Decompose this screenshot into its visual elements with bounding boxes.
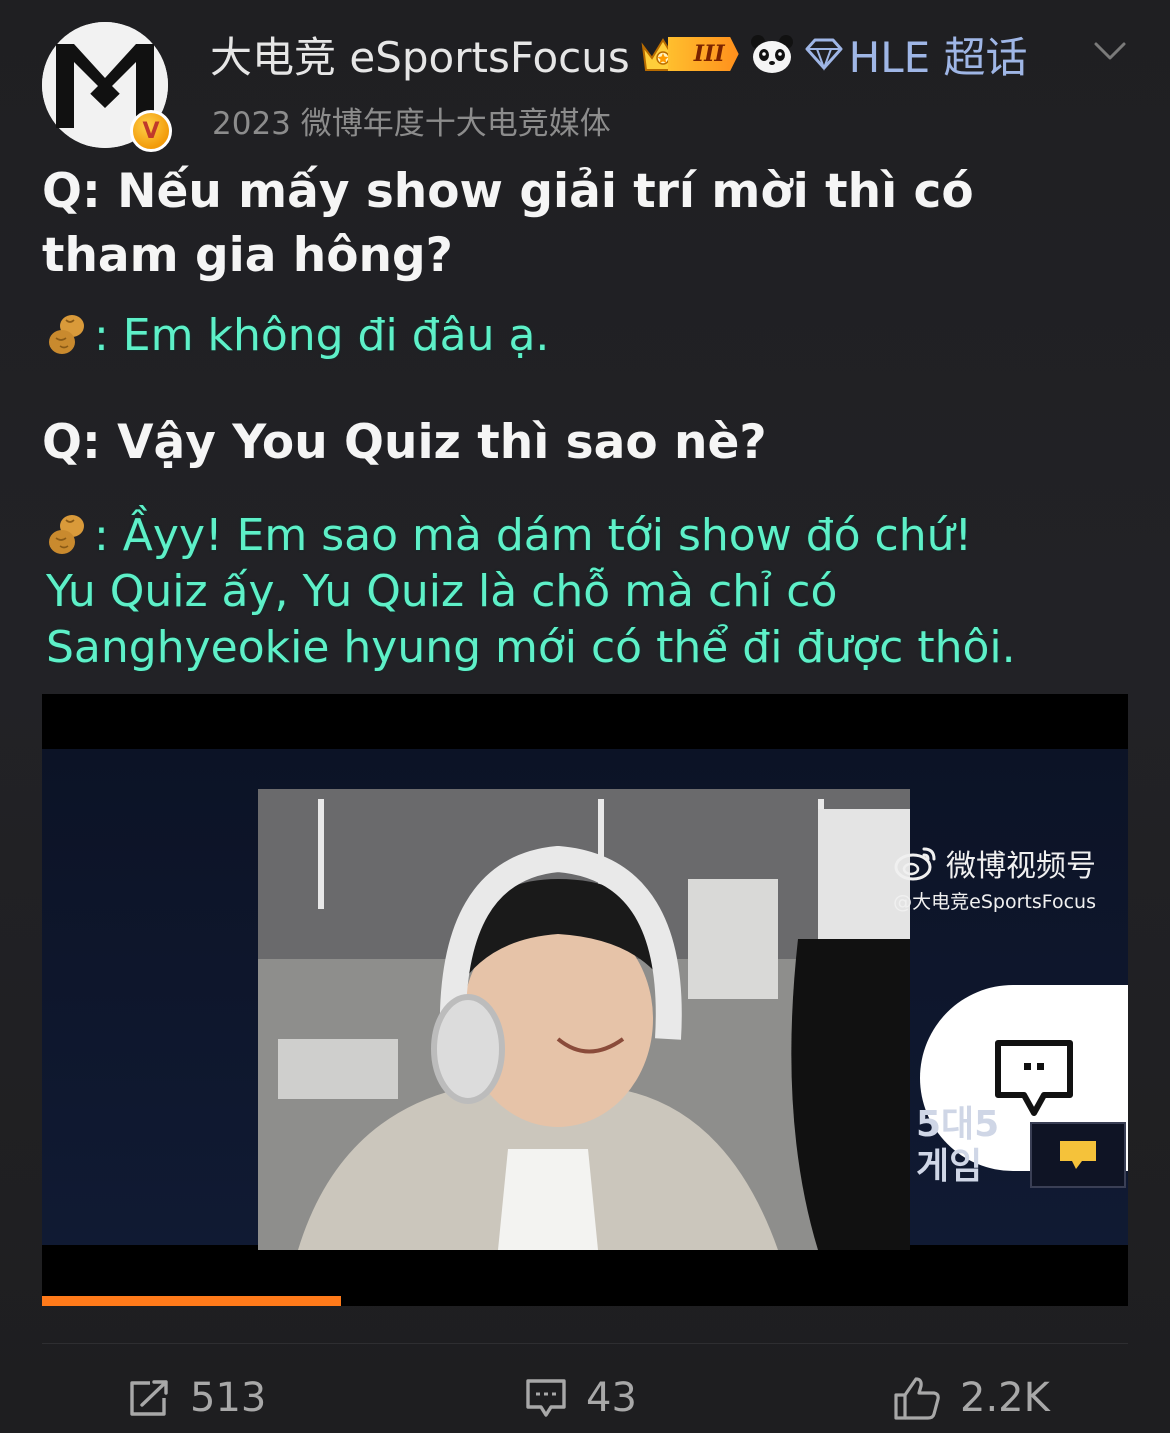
username-row: 大电竞 eSportsFocus III HLE 超话 — [210, 28, 1028, 82]
answer-2-line-1: : Ầyy! Em sao mà dám tới show đó chứ! — [46, 508, 972, 564]
repost-count: 513 — [190, 1375, 267, 1421]
comment-button[interactable]: 43 — [524, 1370, 637, 1426]
repost-icon — [130, 1380, 168, 1416]
webcam-feed — [258, 789, 910, 1250]
thumbs-up-icon — [894, 1377, 940, 1420]
level-badge: III — [667, 37, 739, 71]
super-topic-label: HLE 超话 — [848, 32, 1028, 82]
like-count: 2.2K — [960, 1375, 1050, 1421]
overlay-chat-icon — [1030, 1122, 1126, 1188]
super-topic-link[interactable]: HLE 超话 — [805, 24, 1028, 85]
answer-2-line-2: Yu Quiz ấy, Yu Quiz là chỗ mà chỉ có — [46, 566, 838, 617]
like-button[interactable]: 2.2K — [892, 1370, 1050, 1426]
video-player[interactable]: 微博视频号 @大电竞eSportsFocus 5대5 게임 — [42, 694, 1128, 1306]
answer-1-text: : Em không đi đâu ạ. — [94, 310, 550, 361]
comment-icon — [526, 1379, 566, 1417]
diamond-icon — [805, 38, 843, 71]
comment-count: 43 — [586, 1375, 637, 1421]
avatar[interactable]: V — [42, 22, 172, 152]
vip-crown-badge[interactable]: III — [640, 34, 739, 74]
peanut-emoji-icon — [49, 515, 84, 554]
answer-2-line-3: Sanghyeokie hyung mới có thể đi được thô… — [46, 622, 1016, 673]
verified-v-icon: V — [130, 110, 172, 152]
overlay-line-1: 5대5 — [916, 1104, 1000, 1145]
username[interactable]: 大电竞 eSportsFocus — [210, 24, 630, 85]
question-1-line-2: tham gia hông? — [42, 228, 453, 283]
watermark-handle: @大电竞eSportsFocus — [893, 891, 1096, 913]
question-2: Q: Vậy You Quiz thì sao nè? — [42, 415, 767, 470]
repost-button[interactable]: 513 — [128, 1370, 266, 1426]
peanut-emoji-icon — [49, 315, 84, 354]
account-description: 2023 微博年度十大电竞媒体 — [212, 106, 611, 142]
streamer-image — [258, 789, 910, 1250]
divider — [42, 1343, 1128, 1344]
stream-overlay-text: 5대5 게임 — [916, 1104, 999, 1188]
weibo-logo-icon — [894, 847, 936, 881]
danmaku-chat-icon — [995, 1040, 1073, 1116]
chevron-down-icon[interactable] — [1093, 36, 1127, 66]
panda-icon — [750, 35, 793, 73]
weibo-post: V 大电竞 eSportsFocus III HLE 超话 2023 微博年度十… — [0, 0, 1170, 1433]
answer-2-text-line-1: : Ầyy! Em sao mà dám tới show đó chứ! — [94, 510, 973, 561]
answer-1: : Em không đi đâu ạ. — [46, 308, 549, 364]
weibo-video-watermark: 微博视频号 @大电竞eSportsFocus — [893, 841, 1096, 914]
overlay-line-2: 게임 — [916, 1146, 983, 1187]
watermark-title: 微博视频号 — [946, 849, 1096, 884]
question-1-line-1: Q: Nếu mấy show giải trí mời thì có — [42, 164, 974, 219]
video-progress-fill — [42, 1296, 341, 1306]
video-progress-bar[interactable] — [42, 1296, 1128, 1306]
